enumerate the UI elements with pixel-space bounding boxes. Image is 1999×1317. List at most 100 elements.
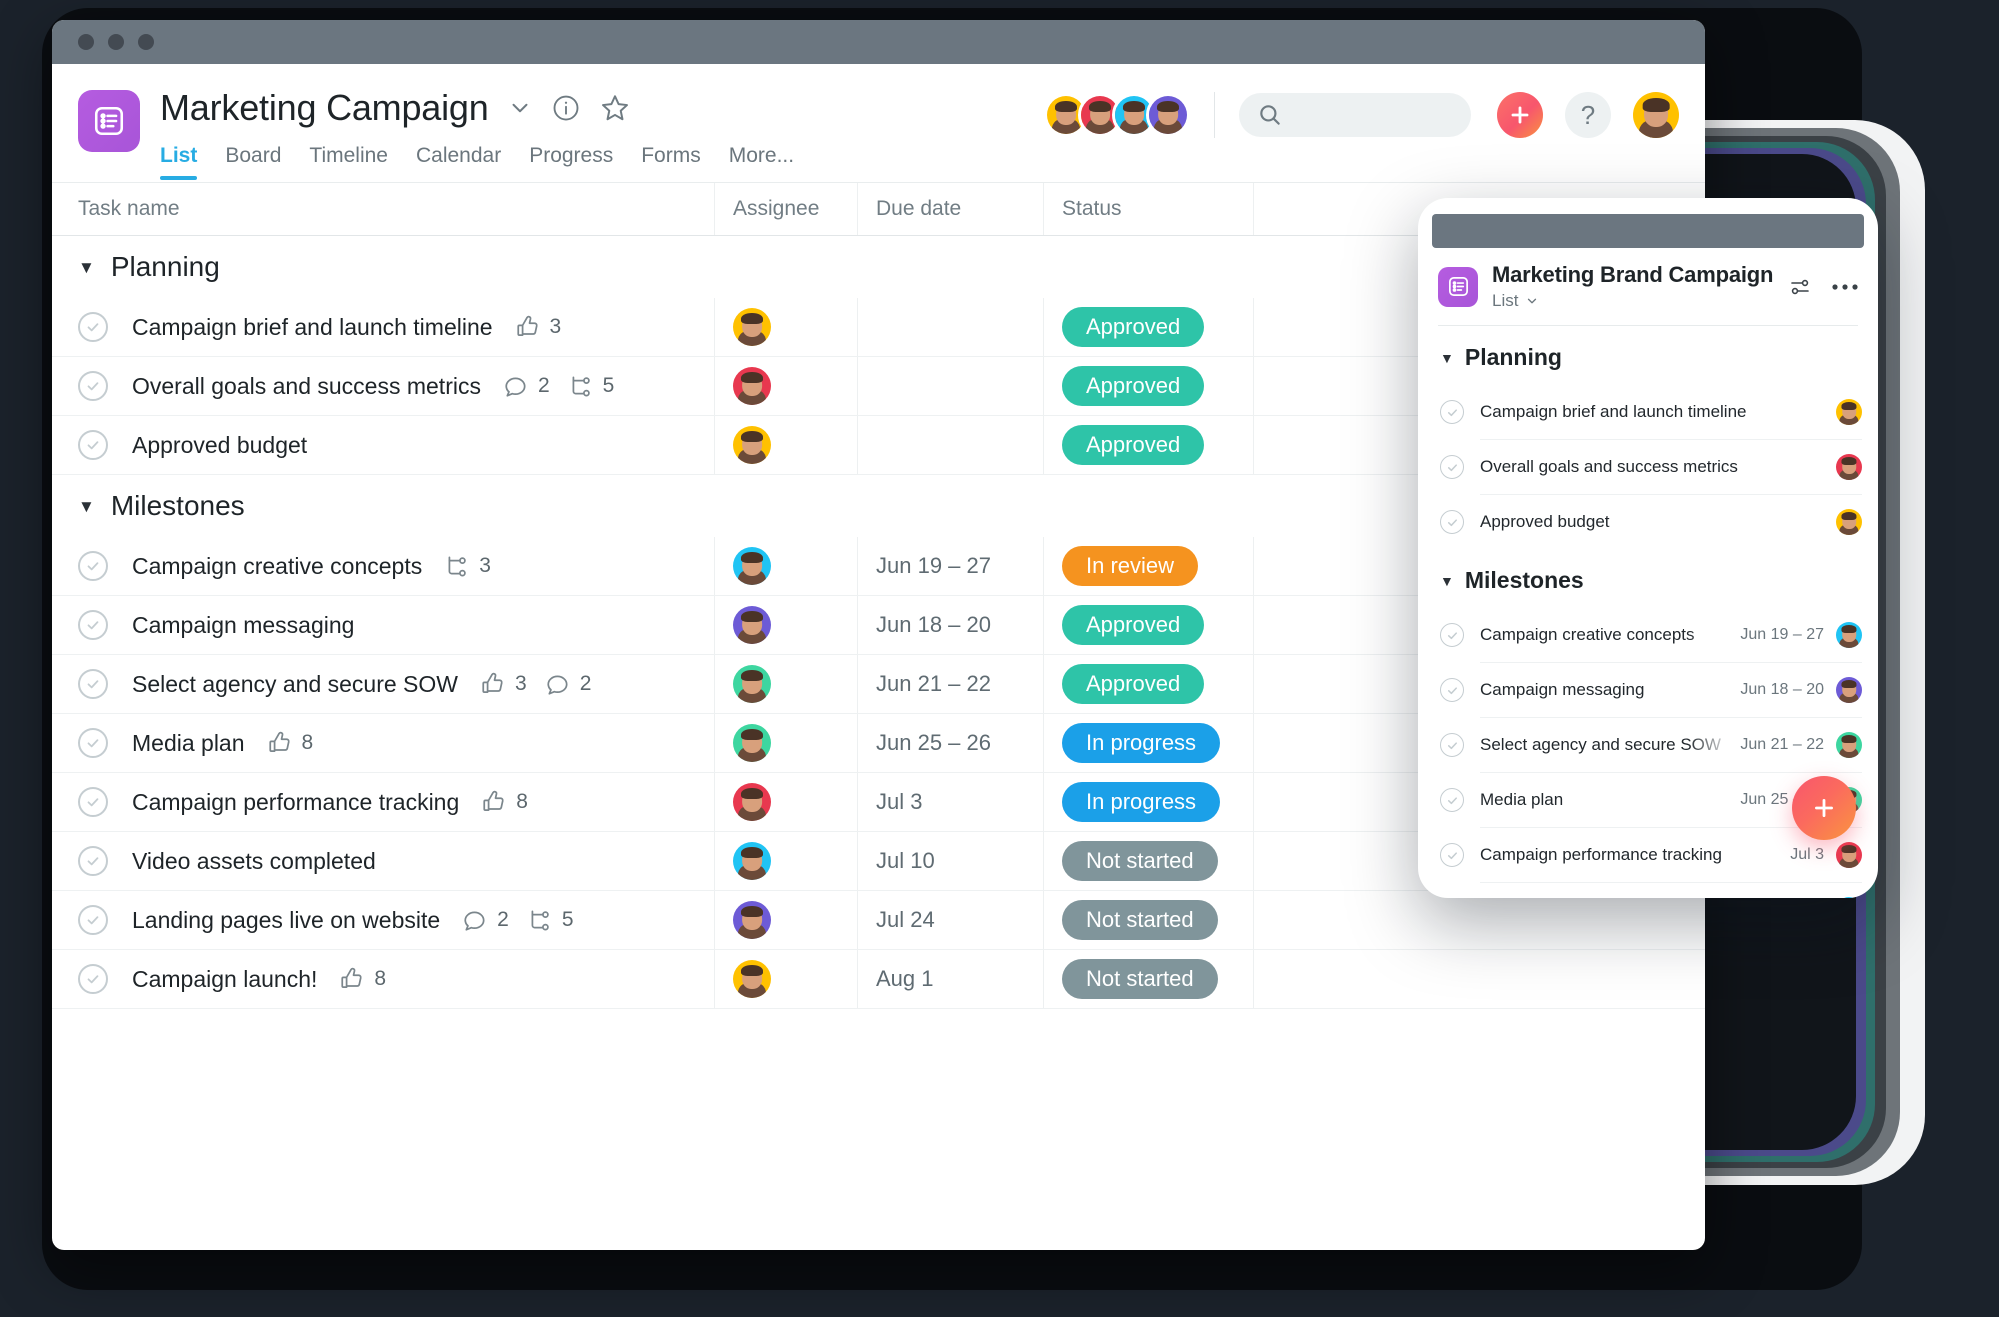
avatar-assignee[interactable]	[733, 426, 771, 464]
search-input[interactable]	[1239, 93, 1471, 137]
due-date-cell[interactable]	[857, 298, 1043, 356]
table-row[interactable]: Campaign launch! 8 Aug 1 Not started	[52, 950, 1705, 1009]
help-button[interactable]: ?	[1565, 92, 1611, 138]
status-cell[interactable]: Approved	[1043, 416, 1253, 474]
task-complete-checkbox[interactable]	[78, 669, 108, 699]
assignee-cell[interactable]	[714, 832, 857, 890]
assignee-cell[interactable]	[714, 655, 857, 713]
task-complete-checkbox[interactable]	[78, 728, 108, 758]
task-name-cell[interactable]: Campaign performance tracking 8	[52, 773, 714, 831]
tab-calendar[interactable]: Calendar	[416, 144, 501, 180]
avatar-assignee[interactable]	[733, 606, 771, 644]
assignee-cell[interactable]	[714, 950, 857, 1008]
due-date-cell[interactable]: Jul 3	[857, 773, 1043, 831]
task-meta-thumbs-up[interactable]: 8	[267, 730, 313, 756]
task-name-cell[interactable]: Overall goals and success metrics 2 5	[52, 357, 714, 415]
mobile-task-checkbox[interactable]	[1440, 733, 1464, 757]
mobile-list-item[interactable]: Video assets completedJul 10	[1418, 883, 1878, 898]
column-header-due-date[interactable]: Due date	[857, 183, 1043, 235]
mobile-list-item[interactable]: Campaign brief and launch timeline	[1418, 385, 1878, 439]
mobile-add-task-fab[interactable]	[1792, 776, 1856, 840]
task-name-cell[interactable]: Campaign brief and launch timeline 3	[52, 298, 714, 356]
star-icon[interactable]	[599, 92, 631, 124]
task-meta-subtask[interactable]: 5	[568, 373, 614, 399]
mobile-section-header-milestones[interactable]: ▼ Milestones	[1418, 549, 1878, 608]
avatar-assignee[interactable]	[1836, 677, 1862, 703]
due-date-cell[interactable]: Jun 19 – 27	[857, 537, 1043, 595]
tab-forms[interactable]: Forms	[641, 144, 701, 180]
avatar-assignee[interactable]	[733, 547, 771, 585]
task-meta-comment[interactable]: 2	[545, 671, 591, 697]
caret-down-icon[interactable]: ▼	[78, 498, 95, 515]
mobile-task-checkbox[interactable]	[1440, 678, 1464, 702]
tab-more[interactable]: More...	[729, 144, 794, 180]
status-cell[interactable]: Approved	[1043, 596, 1253, 654]
status-badge[interactable]: Not started	[1062, 841, 1218, 881]
avatar-assignee[interactable]	[1836, 454, 1862, 480]
sliders-icon[interactable]	[1788, 275, 1812, 299]
task-name-cell[interactable]: Campaign launch! 8	[52, 950, 714, 1008]
status-badge[interactable]: In review	[1062, 546, 1199, 586]
task-complete-checkbox[interactable]	[78, 964, 108, 994]
member-avatar-group[interactable]	[1044, 93, 1190, 137]
task-meta-subtask[interactable]: 5	[527, 907, 574, 933]
assignee-cell[interactable]	[714, 891, 857, 949]
task-meta-comment[interactable]: 2	[503, 373, 550, 399]
tab-timeline[interactable]: Timeline	[309, 144, 388, 180]
status-badge[interactable]: Approved	[1062, 425, 1205, 465]
window-minimize-dot[interactable]	[108, 34, 124, 50]
status-cell[interactable]: Approved	[1043, 655, 1253, 713]
window-maximize-dot[interactable]	[138, 34, 154, 50]
assignee-cell[interactable]	[714, 416, 857, 474]
mobile-list-item[interactable]: Overall goals and success metrics	[1418, 440, 1878, 494]
avatar-assignee[interactable]	[1836, 509, 1862, 535]
task-name-cell[interactable]: Media plan 8	[52, 714, 714, 772]
task-complete-checkbox[interactable]	[78, 787, 108, 817]
due-date-cell[interactable]: Aug 1	[857, 950, 1043, 1008]
avatar-member-4[interactable]	[1146, 93, 1190, 137]
task-name-cell[interactable]: Campaign creative concepts 3	[52, 537, 714, 595]
task-meta-thumbs-up[interactable]: 3	[480, 671, 527, 697]
task-meta-thumbs-up[interactable]: 8	[339, 966, 386, 992]
task-complete-checkbox[interactable]	[78, 610, 108, 640]
status-cell[interactable]: Not started	[1043, 891, 1253, 949]
mobile-task-checkbox[interactable]	[1440, 400, 1464, 424]
assignee-cell[interactable]	[714, 357, 857, 415]
due-date-cell[interactable]: Jun 25 – 26	[857, 714, 1043, 772]
due-date-cell[interactable]	[857, 357, 1043, 415]
avatar-assignee[interactable]	[1836, 842, 1862, 868]
avatar-assignee[interactable]	[733, 901, 771, 939]
due-date-cell[interactable]: Jul 24	[857, 891, 1043, 949]
avatar-assignee[interactable]	[733, 960, 771, 998]
status-badge[interactable]: In progress	[1062, 723, 1221, 763]
task-meta-subtask[interactable]: 3	[444, 553, 491, 579]
task-complete-checkbox[interactable]	[78, 846, 108, 876]
window-close-dot[interactable]	[78, 34, 94, 50]
add-button[interactable]	[1497, 92, 1543, 138]
avatar-assignee[interactable]	[1836, 622, 1862, 648]
info-circle-icon[interactable]	[551, 93, 581, 123]
status-cell[interactable]: Not started	[1043, 832, 1253, 890]
status-cell[interactable]: Approved	[1043, 298, 1253, 356]
task-name-cell[interactable]: Approved budget	[52, 416, 714, 474]
task-meta-thumbs-up[interactable]: 3	[515, 314, 561, 340]
tab-list[interactable]: List	[160, 144, 198, 180]
avatar-assignee[interactable]	[733, 842, 771, 880]
task-complete-checkbox[interactable]	[78, 430, 108, 460]
status-cell[interactable]: Not started	[1043, 950, 1253, 1008]
status-badge[interactable]: In progress	[1062, 782, 1221, 822]
status-cell[interactable]: In progress	[1043, 714, 1253, 772]
status-badge[interactable]: Not started	[1062, 900, 1218, 940]
due-date-cell[interactable]: Jun 18 – 20	[857, 596, 1043, 654]
status-badge[interactable]: Approved	[1062, 605, 1205, 645]
task-name-cell[interactable]: Landing pages live on website 2 5	[52, 891, 714, 949]
mobile-section-header-planning[interactable]: ▼ Planning	[1418, 326, 1878, 385]
task-meta-thumbs-up[interactable]: 8	[481, 789, 528, 815]
avatar-current-user[interactable]	[1633, 92, 1679, 138]
caret-down-icon[interactable]: ▼	[78, 259, 95, 276]
assignee-cell[interactable]	[714, 298, 857, 356]
task-complete-checkbox[interactable]	[78, 551, 108, 581]
task-name-cell[interactable]: Campaign messaging	[52, 596, 714, 654]
mobile-list-item[interactable]: Campaign creative concepts Jun 19 – 27	[1418, 608, 1878, 662]
caret-down-icon[interactable]: ▼	[1440, 574, 1454, 588]
